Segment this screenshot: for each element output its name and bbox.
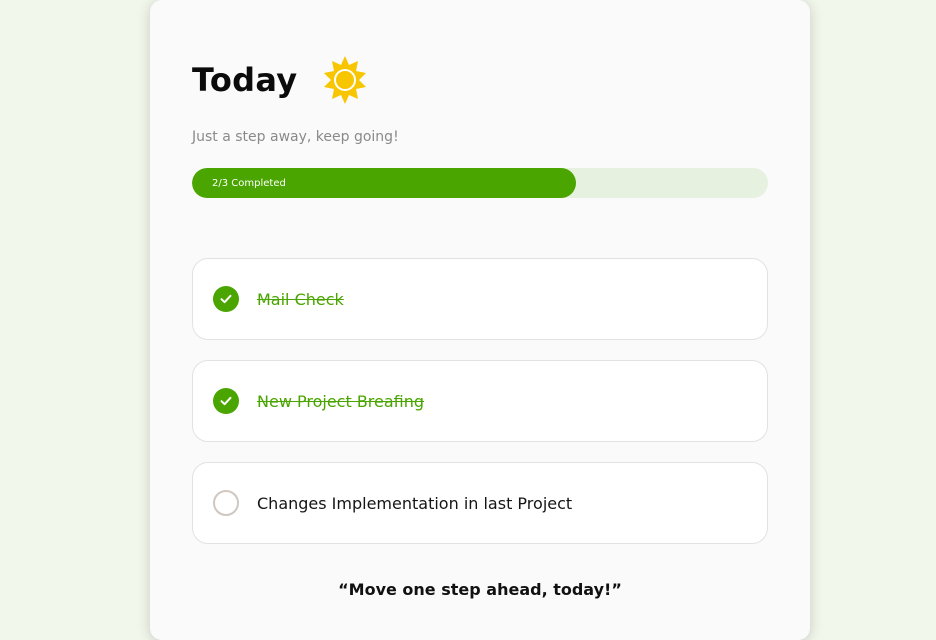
task-item[interactable]: New Project Breafing xyxy=(192,360,768,442)
task-checkbox[interactable] xyxy=(213,286,239,312)
task-item[interactable]: Mail Check xyxy=(192,258,768,340)
progress-label: 2/3 Completed xyxy=(212,177,286,189)
task-checkbox[interactable] xyxy=(213,490,239,516)
progress-bar: 2/3 Completed xyxy=(192,168,768,198)
sun-icon xyxy=(319,54,371,106)
subtitle: Just a step away, keep going! xyxy=(192,129,399,145)
today-card: Today Just a step away, keep going! 2/3 … xyxy=(150,0,810,640)
page-title: Today xyxy=(192,61,298,99)
checkmark-icon xyxy=(220,294,232,304)
progress-fill: 2/3 Completed xyxy=(192,168,576,198)
checkmark-icon xyxy=(220,396,232,406)
header: Today xyxy=(192,54,371,106)
task-item[interactable]: Changes Implementation in last Project xyxy=(192,462,768,544)
task-checkbox[interactable] xyxy=(213,388,239,414)
motivational-quote: “Move one step ahead, today!” xyxy=(338,580,622,599)
task-label: Changes Implementation in last Project xyxy=(257,493,573,513)
task-label: New Project Breafing xyxy=(257,391,425,411)
task-label: Mail Check xyxy=(257,289,344,309)
